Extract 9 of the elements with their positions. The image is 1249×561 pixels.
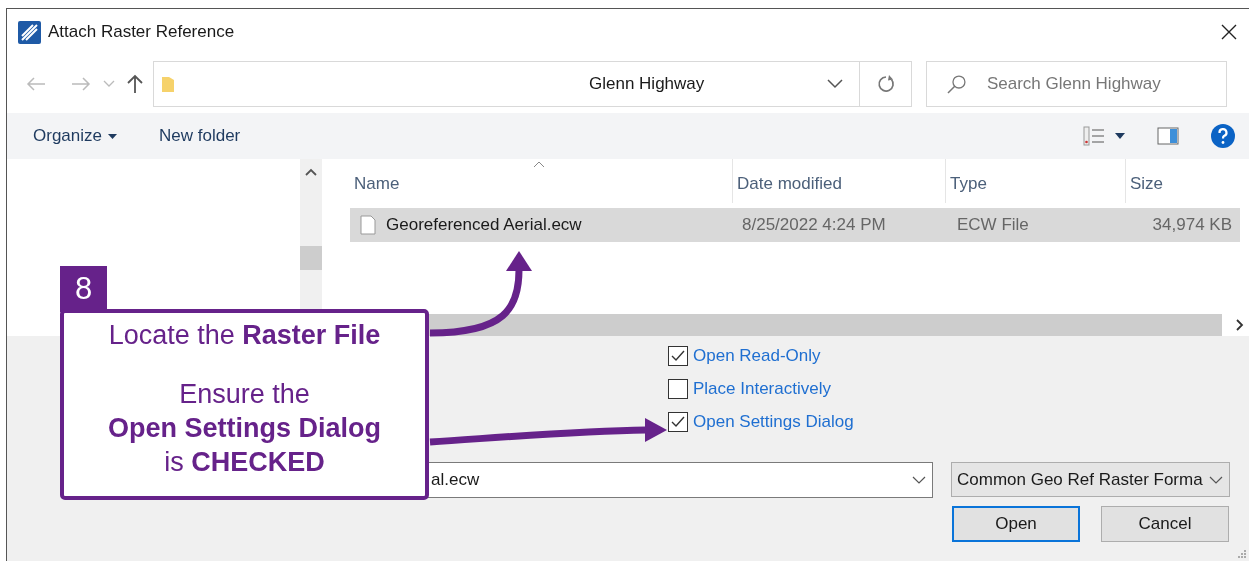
file-size: 34,974 KB [1151,214,1232,237]
window-title: Attach Raster Reference [48,21,235,44]
file-type-value: Common Geo Ref Raster Forma [957,468,1203,491]
step-number: 8 [60,266,107,312]
date-modified: 8/25/2022 4:24 PM [741,214,887,237]
callout-text: Locate the Raster File [108,319,381,351]
file-type: ECW File [956,214,1030,237]
address-path: Glenn Highway [589,72,705,95]
file-name: Georeferenced Aerial.ecw [386,214,582,237]
